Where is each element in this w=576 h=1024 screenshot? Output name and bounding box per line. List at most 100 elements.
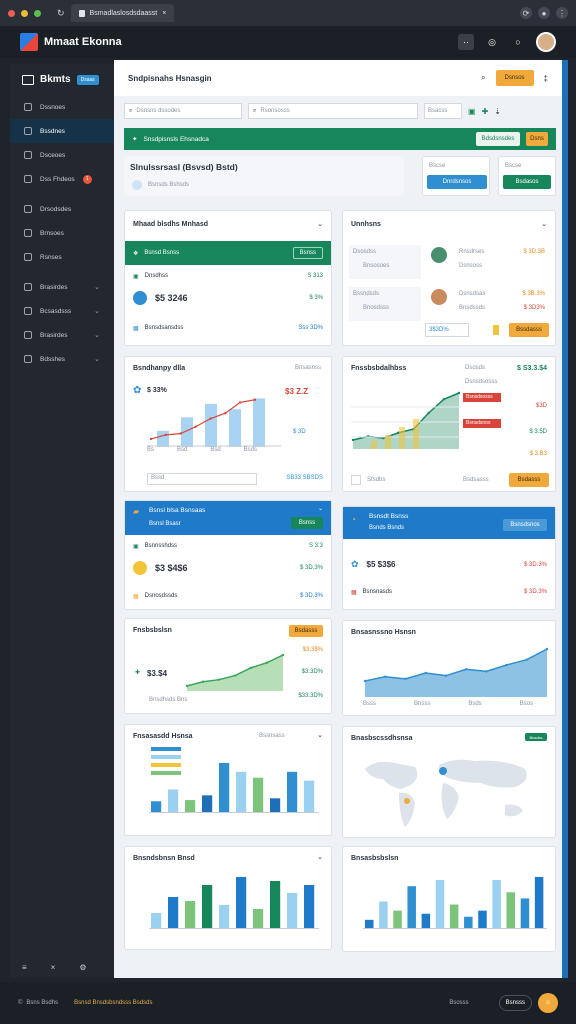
- filter-icon[interactable]: ≡: [22, 963, 27, 972]
- maximize-dot-icon[interactable]: [34, 9, 41, 17]
- minimize-dot-icon[interactable]: [21, 9, 28, 17]
- bar: [393, 910, 402, 929]
- x-tick: Bsds: [468, 701, 482, 707]
- sidebar-item-1[interactable]: Bssdnes: [10, 119, 114, 143]
- card-banner-button[interactable]: Bsnss: [292, 247, 323, 259]
- sidebar-item-0[interactable]: Dssnoes: [10, 95, 114, 119]
- chevron-down-icon[interactable]: ⌄: [94, 283, 100, 291]
- summary-title: Slnulssrsasl (Bsvsd) Bstd): [130, 162, 238, 172]
- layers-icon: [24, 283, 32, 291]
- card-f-button[interactable]: Bsnsdsnos: [503, 519, 547, 531]
- sidebar-item-9[interactable]: Brasirdes ⌄: [10, 323, 114, 347]
- row-value: Sss 3D%: [298, 325, 323, 331]
- data-point: [149, 437, 153, 441]
- card-title: Bnsasbsbslsn: [351, 855, 399, 862]
- grid-icon: [24, 127, 32, 135]
- bar: [185, 901, 196, 929]
- data-point: [427, 411, 430, 415]
- card-row: ▣ Dnsdhss S 313: [133, 273, 323, 280]
- share-icon[interactable]: ✚: [482, 107, 489, 116]
- avatar: [431, 247, 447, 263]
- data-point: [209, 417, 212, 420]
- data-point: [164, 433, 168, 437]
- filter-select[interactable]: Bsacss: [424, 103, 462, 119]
- doc-icon: [24, 151, 32, 159]
- more-icon[interactable]: ⌄: [541, 220, 547, 228]
- legend-label: Dsnsdsosss: [465, 379, 498, 385]
- home-icon: [24, 103, 32, 111]
- more-icon[interactable]: ⌄: [317, 220, 323, 228]
- browser-tab[interactable]: Bsmadlaslosdsdaasst ×: [70, 4, 175, 22]
- sidebar-item-2[interactable]: Dsceoes: [10, 143, 114, 167]
- close-dot-icon[interactable]: [8, 9, 15, 17]
- area-fill: [353, 393, 459, 449]
- row-value: $ 3D.3%: [299, 593, 323, 599]
- card-visitors: Bnsasnssno Hsnsn Bsss Bnsss Bsds Bsos: [342, 620, 556, 716]
- summary-button-green[interactable]: Bsdasos: [503, 175, 551, 189]
- card-e-button[interactable]: Bsnss: [291, 517, 323, 529]
- bar: [168, 897, 179, 929]
- filter-input[interactable]: ⌕ Rsonsosss: [248, 103, 418, 119]
- extensions-icon[interactable]: ⟳: [520, 7, 532, 19]
- chat-icon[interactable]: ☺: [538, 993, 558, 1013]
- more-icon[interactable]: ⌄: [317, 731, 323, 739]
- bar: [464, 916, 473, 929]
- period-select[interactable]: Bssnsass: [259, 733, 285, 739]
- search-placeholder: Dsnsns dssodes: [136, 108, 181, 114]
- chevron-down-icon[interactable]: ⌄: [94, 355, 100, 363]
- cell-sub: Dsnsoss: [459, 263, 483, 269]
- top-bar: Sndpisnahs Hsnasgin ⌕ Dsnsos ‡: [114, 60, 562, 96]
- card-title: Bsnsdt Bsnss: [369, 513, 409, 520]
- banner-secondary-button[interactable]: Dsns: [526, 132, 548, 146]
- sidebar-item-5[interactable]: Brnsoes: [10, 221, 114, 245]
- cell-value: $ 3D3%: [523, 305, 545, 311]
- summary-link[interactable]: Bscse: [429, 163, 445, 169]
- menu-icon[interactable]: [22, 74, 34, 85]
- bar: [157, 430, 169, 447]
- data-point: [185, 684, 189, 688]
- sidebar-item-label: Rsnses: [40, 253, 62, 261]
- summary-link-c[interactable]: Bscse: [505, 163, 521, 169]
- list-cell: Dsosdss Bnsosoes: [349, 245, 421, 279]
- notification-icon[interactable]: ○: [510, 34, 526, 50]
- banner-primary-button[interactable]: Bdsdsnsdes: [476, 132, 520, 146]
- period-select[interactable]: Bnsasnss: [295, 365, 321, 371]
- apps-icon[interactable]: ··: [458, 34, 474, 50]
- map-marker: [439, 767, 447, 775]
- summary-button-blue[interactable]: Dnrdsnsos: [427, 175, 487, 189]
- more-icon[interactable]: ⌄: [317, 853, 323, 861]
- sidebar-item-7[interactable]: Brasirdes ⌄: [10, 275, 114, 299]
- close-icon[interactable]: ×: [51, 963, 56, 972]
- card-finance: Fnssbsbdalhbss Dsosds $ S3.3.$4 Dsnsdsos…: [342, 356, 556, 492]
- search-input[interactable]: ⌕ Dsnsns dssodes: [124, 103, 242, 119]
- banner-icon: ✦: [132, 136, 138, 143]
- card-d-button[interactable]: Bsdasss: [509, 473, 549, 487]
- data-point: [194, 425, 197, 428]
- bar: [270, 881, 281, 929]
- profile-icon[interactable]: ●: [538, 7, 550, 19]
- sidebar-item-3[interactable]: Dss Fhdeos 1: [10, 167, 114, 191]
- list-cell: Bssndsds Bnosdsss: [349, 287, 421, 321]
- search-icon[interactable]: ⌕: [481, 73, 485, 83]
- card-g-button[interactable]: Bsdasss: [289, 625, 323, 637]
- primary-action-button[interactable]: Dsnsos: [495, 70, 534, 86]
- sidebar-item-8[interactable]: Bcsasdsss ⌄: [10, 299, 114, 323]
- user-chip[interactable]: Bsnsss: [498, 995, 532, 1011]
- chevron-down-icon[interactable]: ⌄: [94, 331, 100, 339]
- sidebar-item-10[interactable]: Bdsshes ⌄: [10, 347, 114, 371]
- export-icon[interactable]: ▣: [468, 107, 476, 116]
- card-b-button[interactable]: Bssdasss: [509, 323, 549, 337]
- sidebar-header: Bkmts Dsaas: [10, 64, 114, 95]
- more-icon[interactable]: ⌄: [318, 505, 323, 512]
- chevron-down-icon[interactable]: ⌄: [94, 307, 100, 315]
- more-icon[interactable]: ‡: [544, 74, 548, 83]
- menu-icon[interactable]: ⋮: [556, 7, 568, 19]
- tab-close-icon[interactable]: ×: [162, 10, 166, 17]
- sidebar-item-4[interactable]: Drsodsdes: [10, 197, 114, 221]
- reload-icon[interactable]: ↻: [57, 8, 65, 19]
- avatar[interactable]: [536, 32, 556, 52]
- sidebar-item-6[interactable]: Rsnses: [10, 245, 114, 269]
- gear-icon[interactable]: ⚙: [79, 963, 86, 972]
- settings-icon[interactable]: ◎: [484, 34, 500, 50]
- download-icon[interactable]: ⇣: [494, 107, 501, 116]
